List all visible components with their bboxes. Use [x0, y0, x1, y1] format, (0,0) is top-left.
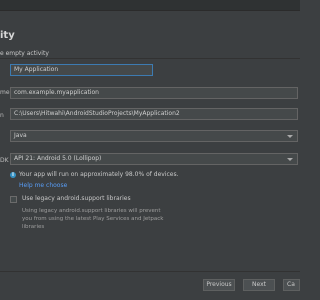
info-icon: i — [10, 171, 16, 178]
language-select[interactable]: Java — [10, 130, 298, 142]
min-sdk-label: DK — [0, 157, 9, 164]
cancel-button[interactable]: Ca — [283, 279, 300, 291]
footer-divider — [0, 271, 300, 272]
device-coverage-info: i Your app will run on approximately 98.0… — [10, 171, 179, 178]
legacy-libraries-checkbox[interactable] — [10, 196, 17, 203]
save-location-label: n — [0, 112, 4, 119]
page-title: ity — [0, 30, 15, 41]
save-location-field[interactable]: C:\Users\Hitwahi\AndroidStudioProjects\M… — [10, 108, 298, 120]
legacy-libraries-label[interactable]: Use legacy android.support libraries — [22, 195, 131, 202]
page-subtitle: e empty activity — [0, 50, 49, 57]
device-coverage-text: Your app will run on approximately 98.0%… — [19, 171, 179, 178]
next-button[interactable]: Next — [243, 279, 275, 291]
name-field[interactable]: My Application — [10, 64, 153, 76]
previous-button[interactable]: Previous — [203, 279, 235, 291]
legacy-libraries-description: Using legacy android.support libraries w… — [22, 208, 164, 230]
header-divider — [0, 58, 300, 59]
package-label: me — [0, 89, 10, 96]
min-sdk-select[interactable]: API 21: Android 5.0 (Lollipop) — [10, 153, 298, 165]
help-me-choose-link[interactable]: Help me choose — [19, 182, 67, 189]
package-name-field[interactable]: com.example.myapplication — [10, 87, 298, 99]
window-top-bar — [0, 0, 300, 10]
